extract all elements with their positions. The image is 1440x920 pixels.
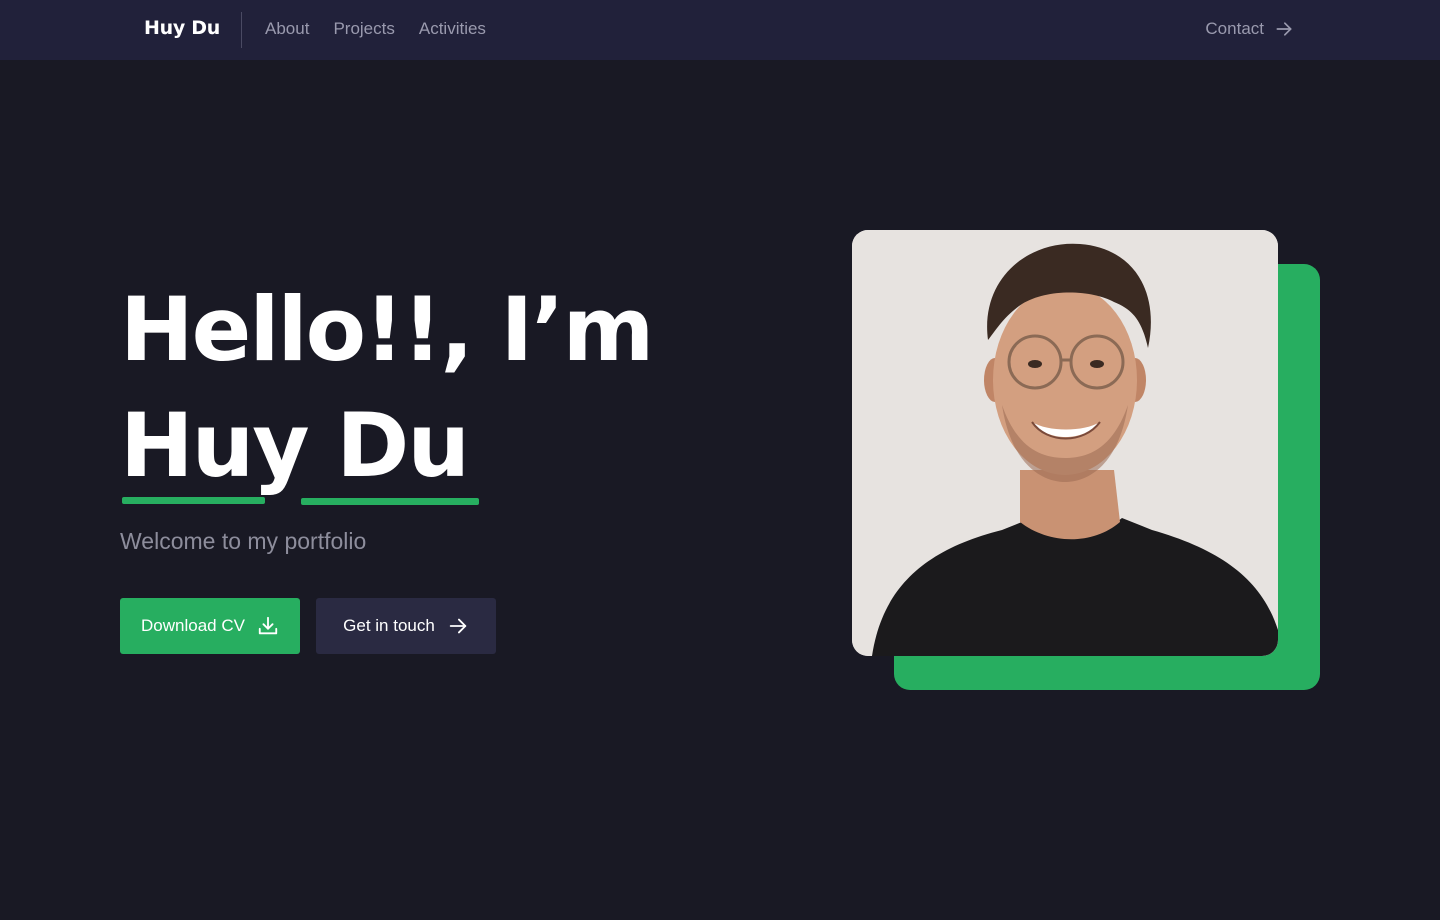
hero-subtitle: Welcome to my portfolio <box>120 528 367 554</box>
download-cv-button[interactable]: Download CV <box>120 598 300 654</box>
brand-logo[interactable]: Huy Du <box>144 17 220 39</box>
get-in-touch-button[interactable]: Get in touch <box>316 598 496 654</box>
contact-link[interactable]: Contact <box>1205 19 1294 39</box>
name-underline-left <box>122 497 265 504</box>
hero-title-name: Huy Du <box>120 394 470 497</box>
hero-title-line-1: Hello!!, I’m <box>120 278 654 381</box>
hero-title: Hello!!, I’m Huy Du <box>120 272 654 504</box>
portrait-illustration <box>852 230 1278 656</box>
name-underline-right <box>301 498 479 505</box>
profile-photo <box>852 230 1278 656</box>
download-cv-label: Download CV <box>141 616 245 635</box>
download-icon <box>258 616 278 635</box>
nav-link-activities[interactable]: Activities <box>419 19 486 39</box>
arrow-right-icon <box>449 618 467 634</box>
get-in-touch-label: Get in touch <box>343 616 435 635</box>
contact-label: Contact <box>1205 19 1264 38</box>
nav-link-about[interactable]: About <box>265 19 309 39</box>
nav-divider <box>241 12 242 48</box>
navbar: Huy Du About Projects Activities Contact <box>0 0 1440 60</box>
nav-links: About Projects Activities <box>265 19 486 39</box>
nav-link-projects[interactable]: Projects <box>333 19 394 39</box>
arrow-right-icon <box>1276 22 1292 36</box>
